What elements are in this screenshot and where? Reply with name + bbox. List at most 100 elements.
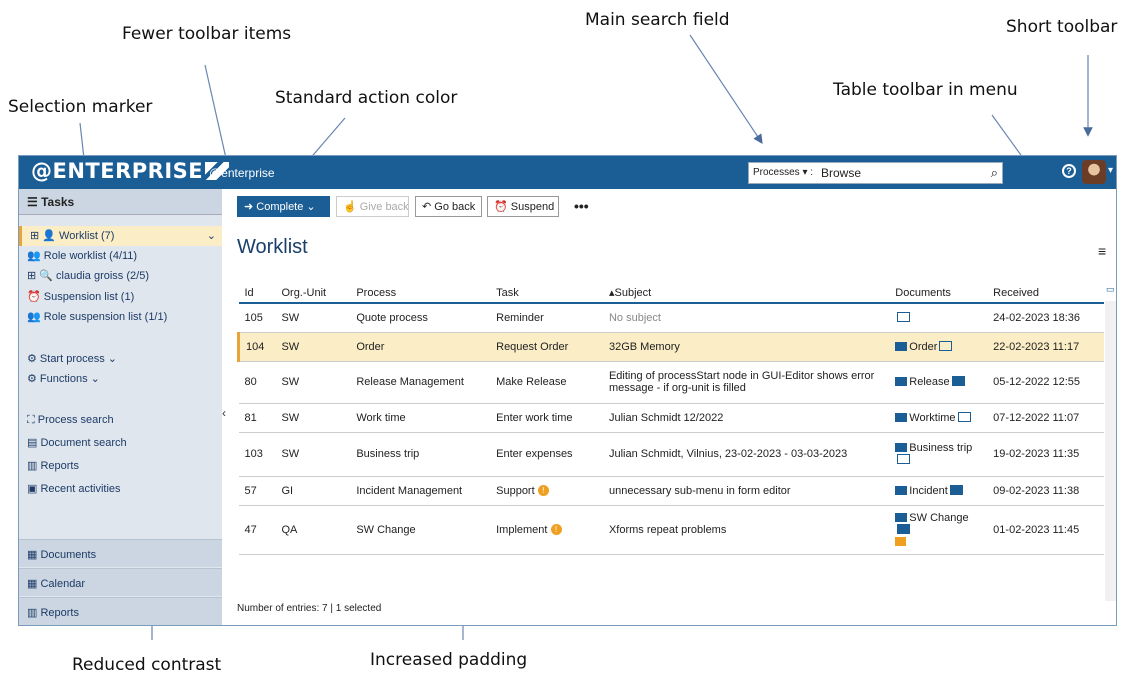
folder-icon[interactable] xyxy=(897,311,911,322)
cell-org-unit: SW xyxy=(275,303,351,333)
sidebar-section-calendar[interactable]: ▦ Calendar xyxy=(19,568,222,596)
avatar[interactable] xyxy=(1082,160,1106,184)
column-header-id[interactable]: Id xyxy=(238,283,276,304)
cell-documents xyxy=(889,303,988,333)
folder-filled-icon[interactable] xyxy=(949,484,963,495)
table-row[interactable]: 80 SW Release Management Make Release Ed… xyxy=(238,361,1104,404)
hand-icon: ☝ xyxy=(343,201,360,213)
group-icon: 👥 xyxy=(27,250,44,262)
form-icon xyxy=(895,512,908,522)
annotation-main-search: Main search field xyxy=(585,10,730,30)
cell-process: Business trip xyxy=(350,432,491,477)
scrollbar[interactable] xyxy=(1105,301,1116,601)
cell-process: Work time xyxy=(350,403,491,433)
sidebar-item-suspension-list[interactable]: ⏰ Suspension list (1) xyxy=(19,287,222,307)
cell-task: Make Release xyxy=(490,361,603,404)
form-icon xyxy=(895,377,908,386)
column-header-task[interactable]: Task xyxy=(490,283,603,304)
folder-filled-icon[interactable] xyxy=(951,376,965,386)
sidebar-item-worklist[interactable]: ⊞ 👤 Worklist (7) ⌄ xyxy=(19,226,222,246)
cell-org-unit: SW xyxy=(275,332,351,362)
table-row[interactable]: 57 GI Incident Management Support ! unne… xyxy=(238,476,1104,506)
folder-icon[interactable] xyxy=(897,454,911,464)
table-menu-icon[interactable]: ≡ xyxy=(1098,243,1106,259)
chart-icon: ▥ xyxy=(27,460,41,472)
calendar-icon: ▦ xyxy=(27,578,41,590)
cell-org-unit: QA xyxy=(275,505,351,555)
cell-documents: Release xyxy=(889,361,988,404)
enterprise-app-window: @ENTERPRISE @enterprise Processes ▾ : Br… xyxy=(18,155,1117,626)
cell-received: 22-02-2023 11:17 xyxy=(987,332,1104,362)
complete-button[interactable]: ➜ Complete ⌄ xyxy=(237,196,330,217)
column-header-process[interactable]: Process xyxy=(350,283,491,304)
table-row[interactable]: 103 SW Business trip Enter expenses Juli… xyxy=(238,432,1104,477)
comment-badge-icon[interactable]: ! xyxy=(537,485,549,497)
annotation-fewer-toolbar: Fewer toolbar items xyxy=(122,24,292,44)
sidebar-item-start-process[interactable]: ⚙ Start process ⌄ xyxy=(19,349,222,369)
folder-icon[interactable] xyxy=(939,340,953,351)
column-header-org-unit[interactable]: Org.-Unit xyxy=(275,283,351,304)
suspend-button[interactable]: ⏰ Suspend xyxy=(487,196,559,217)
sidebar-item-functions[interactable]: ⚙ Functions ⌄ xyxy=(19,369,222,389)
search-field[interactable]: Processes ▾ : Browse ⌕ xyxy=(748,162,1003,184)
cell-id: 80 xyxy=(238,361,276,404)
table-footer: Number of entries: 7 | 1 selected xyxy=(237,603,382,614)
help-icon[interactable]: ? xyxy=(1062,164,1076,178)
cell-process: SW Change xyxy=(350,505,491,555)
sidebar-item-role-suspension-list[interactable]: 👥 Role suspension list (1/1) xyxy=(19,307,222,327)
search-input[interactable]: Browse xyxy=(821,166,861,180)
cell-subject: 32GB Memory xyxy=(602,332,890,362)
table-row[interactable]: 104 SW Order Request Order 32GB Memory O… xyxy=(237,332,1104,362)
sidebar-item-user-worklist[interactable]: ⊞ 🔍 claudia groiss (2/5) xyxy=(19,266,222,286)
cell-id: 57 xyxy=(238,476,276,506)
document-search-icon: ▤ xyxy=(27,437,41,449)
sidebar-item-process-search[interactable]: ⛶ Process search xyxy=(19,410,222,430)
sidebar-item-reports[interactable]: ▥ Reports xyxy=(19,456,222,476)
give-back-button[interactable]: ☝ Give back xyxy=(336,196,409,217)
comment-badge-icon[interactable]: ! xyxy=(550,524,562,536)
cell-process: Order xyxy=(350,332,491,362)
sidebar: ☰ Tasks ⊞ 👤 Worklist (7) ⌄ 👥 Role worklis… xyxy=(19,189,222,625)
note-icon[interactable] xyxy=(895,537,907,547)
list-icon: ☰ xyxy=(27,195,42,209)
annotation-table-toolbar: Table toolbar in menu xyxy=(833,80,1018,100)
sidebar-item-recent-activities[interactable]: ▣ Recent activities xyxy=(19,479,222,499)
cell-received: 09-02-2023 11:38 xyxy=(987,476,1104,506)
sidebar-item-document-search[interactable]: ▤ Document search xyxy=(19,433,222,453)
table-row[interactable]: 81 SW Work time Enter work time Julian S… xyxy=(238,403,1104,433)
cell-documents: Order xyxy=(889,332,988,362)
cell-task: Implement ! xyxy=(490,505,603,555)
sidebar-item-role-worklist[interactable]: 👥 Role worklist (4/11) xyxy=(19,246,222,266)
column-header-received[interactable]: Received xyxy=(987,283,1104,304)
column-header-subject[interactable]: ▴Subject xyxy=(602,283,890,304)
column-header-documents[interactable]: Documents xyxy=(889,283,988,304)
chevron-down-icon[interactable]: ⌄ xyxy=(207,226,216,246)
cell-id: 81 xyxy=(238,403,276,433)
documents-icon: ▦ xyxy=(27,549,41,561)
cell-received: 24-02-2023 18:36 xyxy=(987,303,1104,333)
sidebar-header: ☰ Tasks xyxy=(19,189,222,215)
cell-task: Request Order xyxy=(490,332,603,362)
alarm-icon: ⏰ xyxy=(494,201,511,213)
table-row[interactable]: 47 QA SW Change Implement ! Xforms repea… xyxy=(238,505,1104,555)
column-settings-icon[interactable]: ▭ xyxy=(1106,284,1115,295)
cell-id: 103 xyxy=(238,432,276,477)
undo-icon: ↶ xyxy=(422,201,435,213)
cell-received: 19-02-2023 11:35 xyxy=(987,432,1104,477)
folder-filled-icon[interactable] xyxy=(897,523,911,534)
search-icon[interactable]: ⌕ xyxy=(991,165,998,181)
table-row[interactable]: 105 SW Quote process Reminder No subject… xyxy=(238,303,1104,333)
cell-subject: Xforms repeat problems xyxy=(602,505,890,555)
alarm-icon: ⏰ xyxy=(27,291,44,303)
folder-icon[interactable] xyxy=(957,411,971,422)
cell-org-unit: GI xyxy=(275,476,351,506)
sidebar-section-reports[interactable]: ▥ Reports xyxy=(19,597,222,625)
go-back-button[interactable]: ↶ Go back xyxy=(415,196,482,217)
cell-id: 105 xyxy=(238,303,276,333)
chevron-down-icon[interactable]: ▾ xyxy=(1108,165,1113,176)
sidebar-section-documents[interactable]: ▦ Documents xyxy=(19,539,222,567)
collapse-sidebar-icon[interactable]: ‹ xyxy=(222,406,226,420)
cell-org-unit: SW xyxy=(275,403,351,433)
search-scope-select[interactable]: Processes ▾ : xyxy=(753,167,813,178)
more-actions-button[interactable]: ••• xyxy=(574,198,589,214)
